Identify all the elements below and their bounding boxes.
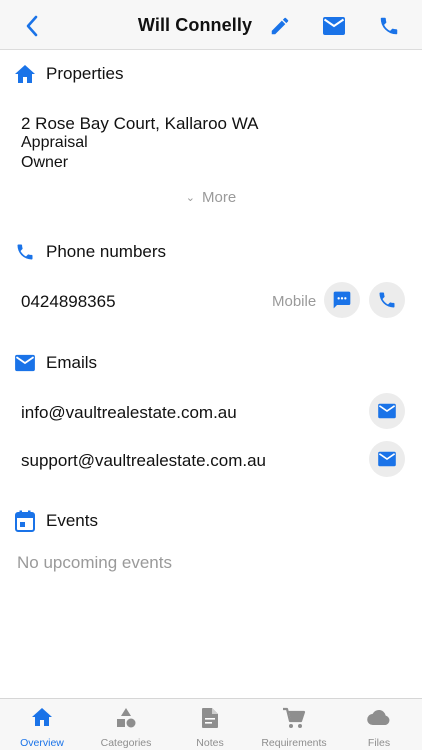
email-send-button[interactable]	[369, 393, 405, 429]
tab-notes[interactable]: Notes	[168, 699, 252, 750]
email-send-button[interactable]	[369, 441, 405, 477]
properties-label: Properties	[46, 64, 124, 83]
tab-label: Overview	[20, 737, 64, 749]
tab-label: Categories	[100, 737, 152, 749]
note-icon	[202, 708, 218, 728]
events-empty-text: No upcoming events	[17, 553, 172, 572]
phone-type-label: Mobile	[272, 293, 317, 310]
emails-label: Emails	[46, 353, 98, 372]
sms-button[interactable]	[324, 282, 360, 318]
mail-icon	[378, 451, 396, 467]
tab-label: Notes	[196, 737, 224, 749]
email-button[interactable]	[319, 11, 349, 41]
emails-heading: Emails	[14, 352, 97, 374]
phone-numbers-heading: Phone numbers	[14, 241, 166, 263]
property-role: Owner	[21, 154, 69, 171]
cart-icon	[283, 707, 306, 728]
more-button[interactable]: ⌄ More	[0, 189, 422, 206]
tab-files[interactable]: Files	[336, 699, 422, 750]
calendar-icon	[15, 510, 35, 532]
phone-icon	[380, 17, 398, 35]
call-phone-button[interactable]	[369, 282, 405, 318]
tab-bar: Overview Categories Notes Requirements F…	[0, 698, 422, 750]
events-heading: Events	[14, 510, 98, 532]
mail-icon	[323, 17, 345, 35]
phone-icon	[17, 244, 33, 260]
cloud-icon	[367, 709, 390, 726]
phone-icon	[379, 292, 395, 308]
phone-number[interactable]: 0424898365	[21, 292, 116, 312]
tab-categories[interactable]: Categories	[84, 699, 168, 750]
page-title: Will Connelly	[137, 15, 253, 35]
phone-numbers-label: Phone numbers	[46, 242, 167, 261]
properties-heading: Properties	[14, 63, 123, 85]
tab-overview[interactable]: Overview	[0, 699, 84, 750]
tab-label: Requirements	[261, 737, 327, 749]
edit-button[interactable]	[265, 11, 295, 41]
chevron-down-icon: ⌄	[185, 192, 196, 204]
message-icon	[333, 291, 351, 309]
call-button[interactable]	[374, 11, 404, 41]
events-label: Events	[46, 511, 98, 530]
mail-icon	[15, 354, 35, 372]
property-address[interactable]: 2 Rose Bay Court, Kallaroo WA	[21, 114, 258, 134]
mail-icon	[378, 403, 396, 419]
tab-requirements[interactable]: Requirements	[252, 699, 336, 750]
email-address[interactable]: info@vaultrealestate.com.au	[21, 403, 237, 423]
more-label: More	[202, 189, 237, 206]
nav-header: Will Connelly	[0, 0, 422, 50]
tab-label: Files	[367, 737, 391, 749]
email-address[interactable]: support@vaultrealestate.com.au	[21, 451, 266, 471]
home-icon	[32, 708, 52, 726]
shapes-icon	[117, 708, 136, 728]
property-type: Appraisal	[21, 134, 88, 151]
home-icon	[15, 65, 35, 83]
pencil-icon	[271, 17, 289, 35]
